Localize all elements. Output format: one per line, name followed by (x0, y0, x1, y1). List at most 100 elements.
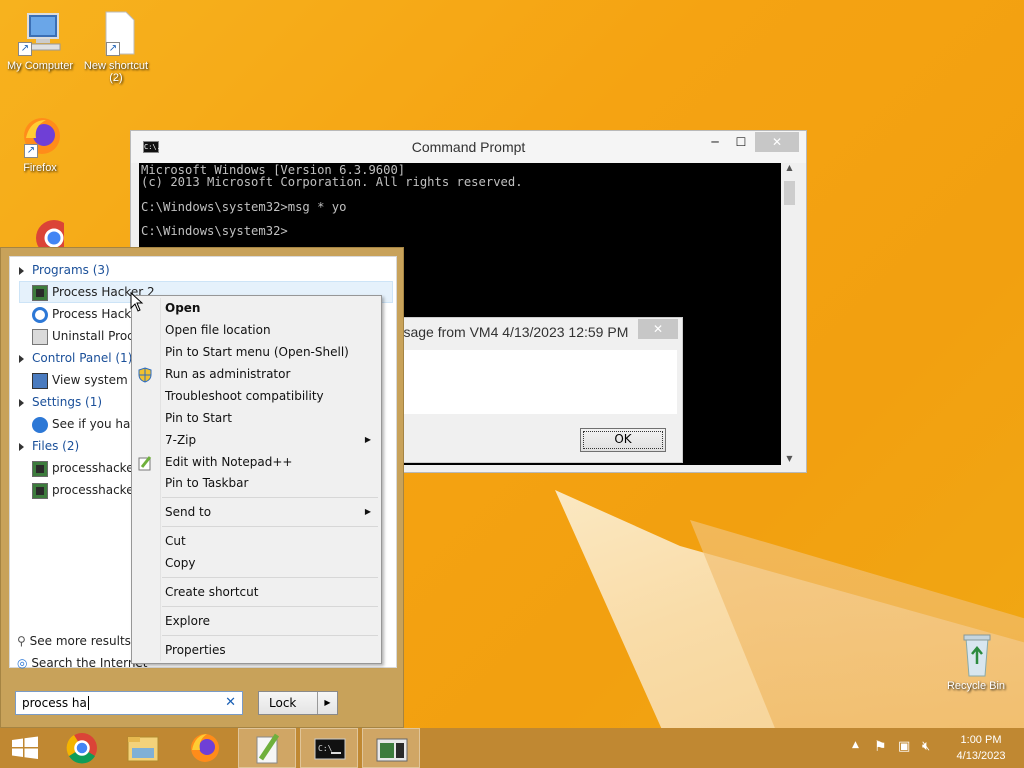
action-center-flag-icon[interactable]: ⚑ (874, 739, 887, 755)
volume-muted-icon[interactable]: 🔇︎ (922, 739, 930, 754)
taskbar-file-explorer[interactable] (114, 728, 172, 768)
menu-item-properties[interactable]: Properties (165, 639, 375, 661)
start-icon (12, 736, 38, 759)
submenu-arrow-icon: ▶ (364, 507, 371, 516)
process-hacker-icon (32, 482, 48, 499)
search-internet-link[interactable]: ◎ Search the Internet (17, 656, 148, 670)
maximize-button[interactable]: ☐ (727, 132, 755, 152)
network-icon[interactable]: ▣ (898, 739, 910, 754)
category-label: Settings (1) (32, 395, 103, 409)
scroll-up-icon[interactable]: ▲ (781, 163, 798, 172)
menu-item-open-file-location[interactable]: Open file location (165, 319, 375, 341)
category-control-panel[interactable]: Control Panel (1) (19, 347, 132, 369)
computer-icon: ↗ (16, 10, 64, 58)
firefox-icon: ↗ (16, 112, 64, 160)
taskbar-cmd[interactable]: C:\ (300, 728, 358, 768)
menu-item-pin-to-start[interactable]: Pin to Start (165, 407, 375, 429)
scroll-thumb[interactable] (784, 181, 795, 205)
mouse-cursor-icon (130, 292, 144, 312)
menu-separator (162, 497, 378, 498)
menu-item-create-shortcut[interactable]: Create shortcut (165, 581, 375, 603)
text-cursor (87, 696, 89, 710)
menu-item-cut[interactable]: Cut (165, 530, 375, 552)
category-files[interactable]: Files (2) (19, 435, 79, 457)
link-label: See more results (29, 634, 131, 648)
menu-label: 7-Zip (165, 433, 197, 447)
system-clock[interactable]: 1:00 PM 4/13/2023 (946, 732, 1016, 764)
firefox-icon (191, 734, 219, 762)
process-hacker-icon (32, 460, 48, 477)
menu-item-explore[interactable]: Explore (165, 610, 375, 632)
gear-icon (32, 416, 48, 433)
close-button[interactable]: ✕ (755, 132, 799, 152)
menu-item-copy[interactable]: Copy (165, 552, 375, 574)
result-item[interactable]: processhacker- (32, 457, 142, 479)
category-settings[interactable]: Settings (1) (19, 391, 102, 413)
category-programs[interactable]: Programs (3) (19, 259, 110, 281)
taskbar-firefox[interactable] (176, 728, 234, 768)
clock-time: 1:00 PM (960, 734, 1002, 746)
vertical-scrollbar[interactable]: ▲ ▼ (781, 163, 798, 465)
menu-item-send-to[interactable]: Send to ▶ (165, 501, 375, 523)
notepadpp-icon (256, 733, 280, 764)
result-item[interactable]: Process Hacker (32, 303, 143, 325)
message-dialog[interactable]: Message from VM4 4/13/2023 12:59 PM ✕ yo… (366, 317, 683, 463)
see-more-results-link[interactable]: ⚲ See more results (17, 634, 131, 648)
desktop-icon-label: Recycle Bin (946, 680, 1006, 692)
menu-separator (162, 526, 378, 527)
taskbar: C:\ ▲ ⚑ ▣ 🔇︎ 1:00 PM 4/13/2023 (0, 728, 1024, 768)
menu-item-troubleshoot-compatibility[interactable]: Troubleshoot compatibility (165, 385, 375, 407)
clock-date: 4/13/2023 (956, 750, 1006, 762)
expand-icon (19, 266, 24, 275)
menu-item-edit-with-notepadpp[interactable]: Edit with Notepad++ (165, 451, 375, 473)
window-titlebar[interactable]: C:\. Command Prompt ─ ☐ ✕ (131, 131, 806, 163)
submenu-arrow-icon: ▶ (364, 435, 371, 444)
lock-button[interactable]: Lock ▶ (258, 691, 338, 715)
taskbar-process-hacker[interactable] (362, 728, 420, 768)
shield-icon (137, 367, 153, 383)
menu-item-7zip[interactable]: 7-Zip ▶ (165, 429, 375, 451)
minimize-button[interactable]: ─ (701, 132, 729, 152)
start-button[interactable] (0, 728, 58, 768)
result-item[interactable]: See if you have (32, 413, 145, 435)
taskbar-chrome[interactable] (54, 728, 112, 768)
desktop-icon-label: My Computer (6, 60, 74, 72)
cmd-icon: C:\ (314, 738, 346, 760)
category-label: Control Panel (1) (32, 351, 133, 365)
search-input[interactable]: process ha ✕ (15, 691, 243, 715)
desktop-icon-recycle-bin[interactable]: Recycle Bin (938, 630, 1014, 692)
recycle-bin-icon (952, 630, 1000, 678)
desktop-icon-firefox[interactable]: ↗ Firefox (2, 112, 78, 174)
category-label: Programs (3) (32, 263, 110, 277)
ie-icon (32, 306, 48, 323)
menu-item-pin-to-start-menu[interactable]: Pin to Start menu (Open-Shell) (165, 341, 375, 363)
clear-icon[interactable]: ✕ (225, 695, 236, 710)
ok-button[interactable]: OK (580, 428, 666, 452)
notepadpp-icon (137, 455, 153, 471)
lock-options-arrow-icon[interactable]: ▶ (317, 692, 337, 714)
close-button[interactable]: ✕ (638, 319, 678, 339)
menu-item-pin-to-taskbar[interactable]: Pin to Taskbar (165, 472, 375, 494)
menu-item-run-as-administrator[interactable]: Run as administrator (165, 363, 375, 385)
result-label: processhacker- (52, 483, 143, 497)
chrome-icon (66, 733, 97, 764)
menu-item-open[interactable]: Open (165, 297, 375, 319)
process-hacker-icon (32, 284, 48, 301)
desktop-icon-my-computer[interactable]: ↗ My Computer (2, 10, 78, 72)
show-hidden-icons-button[interactable]: ▲ (852, 740, 859, 750)
context-menu: Open Open file location Pin to Start men… (131, 295, 382, 664)
expand-icon (19, 354, 24, 363)
dialog-title: Message from VM4 4/13/2023 12:59 PM (377, 324, 629, 340)
search-icon: ⚲ (17, 634, 26, 648)
result-item[interactable]: processhacker- (32, 479, 142, 501)
taskbar-notepadpp[interactable] (238, 728, 296, 768)
desktop-icon-new-shortcut[interactable]: ↗ New shortcut (2) (78, 10, 154, 84)
menu-gutter (160, 298, 161, 661)
scroll-down-icon[interactable]: ▼ (781, 454, 798, 463)
system-icon (32, 372, 48, 389)
svg-text:C:\: C:\ (318, 744, 333, 753)
result-label: processhacker- (52, 461, 143, 475)
expand-icon (19, 442, 24, 451)
search-value: process ha (22, 696, 87, 710)
desktop-icon-label: Firefox (23, 162, 57, 174)
